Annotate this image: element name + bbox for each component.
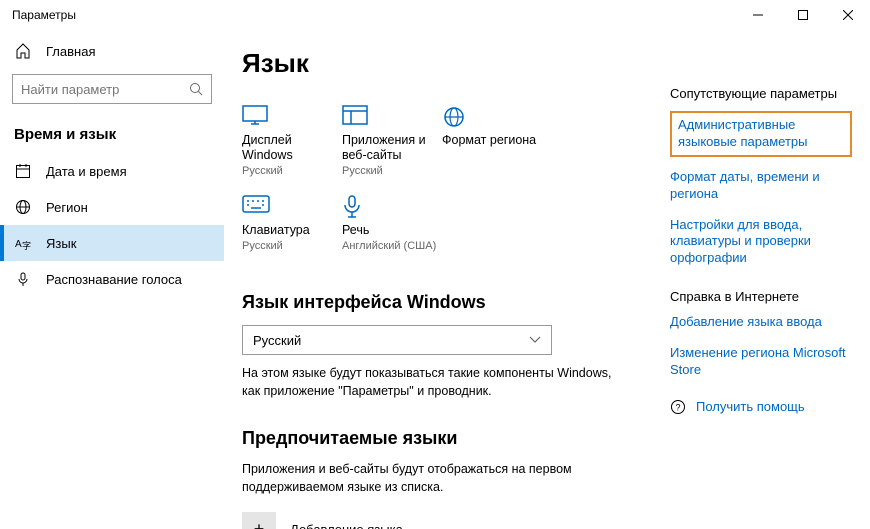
get-help-link[interactable]: ? Получить помощь: [670, 399, 852, 415]
sidebar-item-language[interactable]: A字 Язык: [0, 225, 224, 261]
tile-grid: Дисплей Windows Русский Приложения и веб…: [242, 101, 650, 266]
tile-speech[interactable]: Речь Английский (США): [342, 191, 442, 266]
tile-title: Формат региона: [442, 133, 542, 148]
display-lang-dropdown[interactable]: Русский: [242, 325, 552, 355]
tile-title: Речь: [342, 223, 442, 238]
typing-settings-link[interactable]: Настройки для ввода, клавиатуры и провер…: [670, 217, 852, 268]
home-label: Главная: [46, 44, 95, 59]
tile-title: Дисплей Windows: [242, 133, 342, 163]
calendar-icon: [14, 162, 32, 180]
right-panel: Сопутствующие параметры Административные…: [670, 48, 870, 529]
get-help-label: Получить помощь: [696, 399, 805, 414]
add-language-label: Добавление языка: [290, 522, 403, 529]
sidebar-item-label: Распознавание голоса: [46, 272, 182, 287]
sidebar-item-label: Язык: [46, 236, 76, 251]
search-icon: [189, 82, 203, 96]
tile-display[interactable]: Дисплей Windows Русский: [242, 101, 342, 191]
main-content: Язык Дисплей Windows Русский Приложения …: [242, 48, 670, 529]
svg-text:?: ?: [676, 402, 681, 412]
tile-title: Приложения и веб-сайты: [342, 133, 442, 163]
minimize-button[interactable]: [735, 0, 780, 30]
search-box[interactable]: [12, 74, 212, 104]
home-icon: [14, 42, 32, 60]
mic-icon: [342, 195, 370, 217]
sidebar-item-speech[interactable]: Распознавание голоса: [0, 261, 224, 297]
maximize-button[interactable]: [780, 0, 825, 30]
help-add-input-link[interactable]: Добавление языка ввода: [670, 314, 852, 331]
microphone-icon: [14, 270, 32, 288]
help-icon: ?: [670, 399, 686, 415]
search-input[interactable]: [21, 82, 189, 97]
sidebar-item-label: Регион: [46, 200, 88, 215]
admin-lang-link[interactable]: Административные языковые параметры: [670, 111, 852, 157]
tile-keyboard[interactable]: Клавиатура Русский: [242, 191, 342, 266]
help-store-region-link[interactable]: Изменение региона Microsoft Store: [670, 345, 852, 379]
sidebar-item-region[interactable]: Регион: [0, 189, 224, 225]
display-lang-desc: На этом языке будут показываться такие к…: [242, 365, 622, 400]
apps-icon: [342, 105, 370, 127]
tile-sub: Русский: [242, 165, 342, 177]
tile-apps[interactable]: Приложения и веб-сайты Русский: [342, 101, 442, 191]
tile-title: Клавиатура: [242, 223, 342, 238]
home-link[interactable]: Главная: [0, 36, 224, 70]
svg-text:A: A: [15, 239, 22, 250]
chevron-down-icon: [529, 336, 541, 344]
monitor-icon: [242, 105, 270, 127]
sidebar-item-label: Дата и время: [46, 164, 127, 179]
tile-sub: Английский (США): [342, 240, 442, 252]
globe-icon: [14, 198, 32, 216]
page-title: Язык: [242, 48, 650, 79]
tile-sub: Русский: [342, 165, 442, 177]
add-language-button[interactable]: + Добавление языка: [242, 512, 650, 529]
close-button[interactable]: [825, 0, 870, 30]
window-title: Параметры: [12, 8, 76, 22]
preferred-heading: Предпочитаемые языки: [242, 428, 650, 449]
plus-icon: +: [242, 512, 276, 529]
display-lang-heading: Язык интерфейса Windows: [242, 292, 650, 313]
sidebar-section-title: Время и язык: [0, 120, 224, 153]
keyboard-icon: [242, 195, 270, 217]
date-format-link[interactable]: Формат даты, времени и региона: [670, 169, 852, 203]
sidebar-item-datetime[interactable]: Дата и время: [0, 153, 224, 189]
tile-region-format[interactable]: Формат региона: [442, 101, 542, 191]
help-heading: Справка в Интернете: [670, 289, 852, 304]
sidebar: Главная Время и язык Дата и время Регион…: [0, 30, 224, 529]
tile-sub: Русский: [242, 240, 342, 252]
language-icon: A字: [14, 234, 32, 252]
window-controls: [735, 0, 870, 30]
related-heading: Сопутствующие параметры: [670, 86, 852, 101]
svg-text:字: 字: [22, 240, 31, 251]
preferred-desc: Приложения и веб-сайты будут отображатьс…: [242, 461, 622, 496]
globe-region-icon: [442, 105, 470, 127]
dropdown-value: Русский: [253, 333, 301, 348]
